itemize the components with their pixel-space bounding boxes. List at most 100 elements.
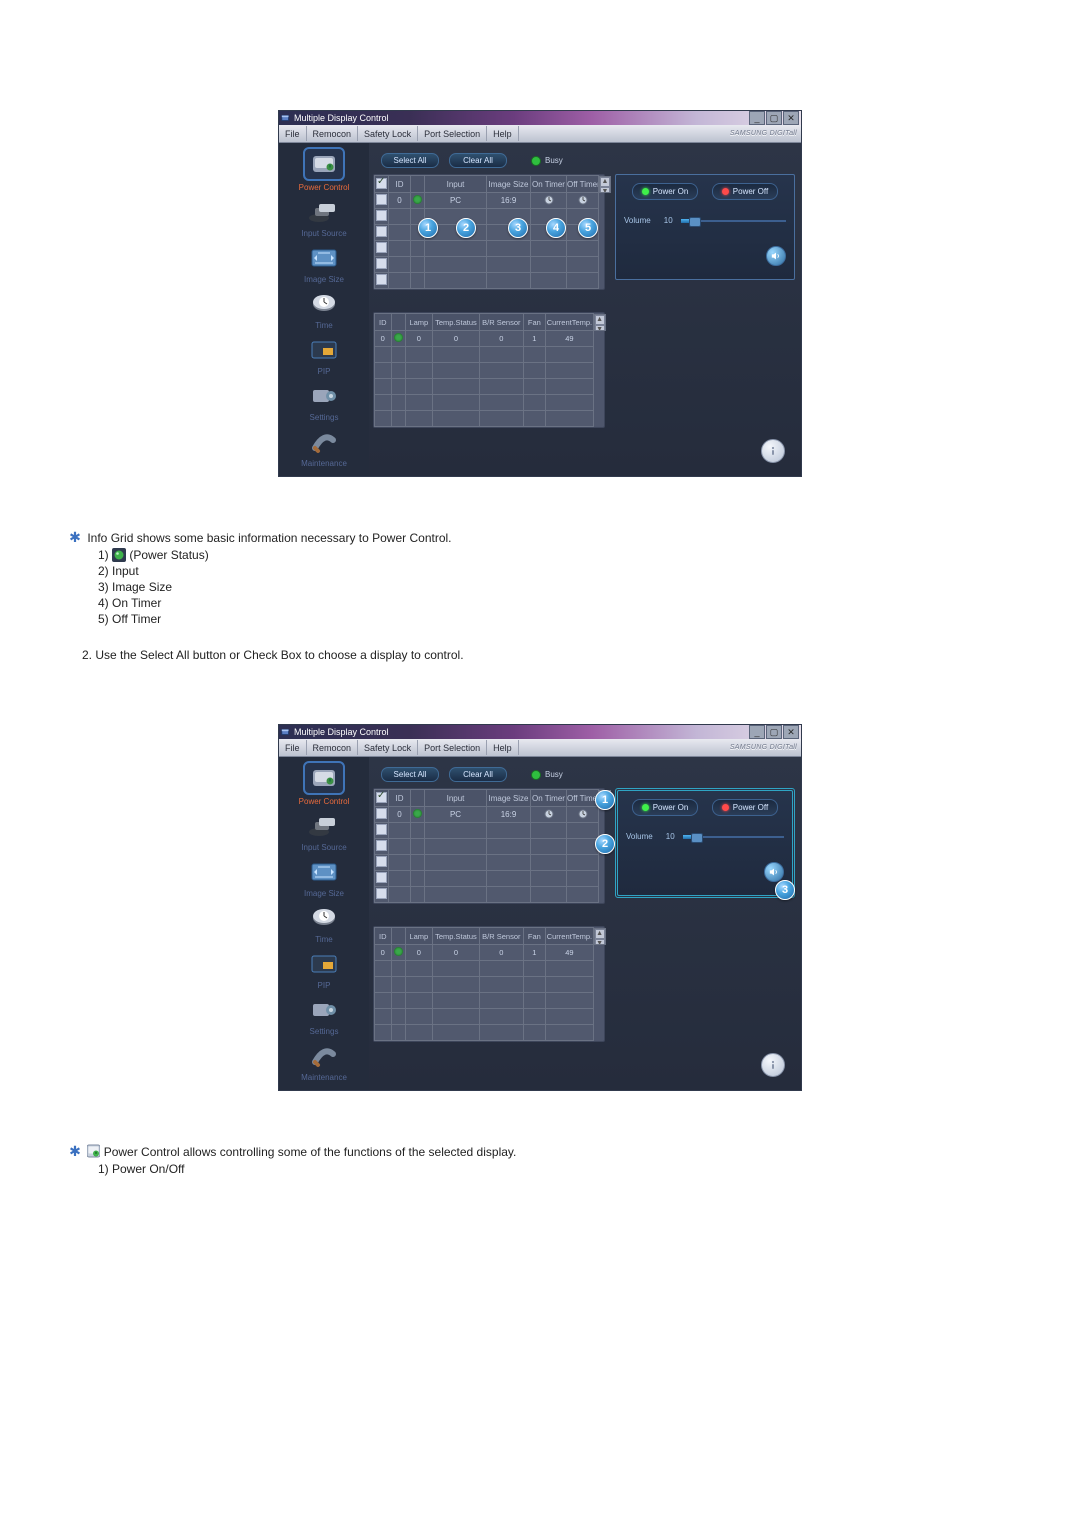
sidebar-item-label: Settings [284,413,364,422]
info-button[interactable] [761,1053,785,1077]
info-col-checkbox[interactable] [375,176,389,193]
maximize-button[interactable]: ▢ [766,725,782,739]
app-window: Multiple Display Control _ ▢ ✕ File Remo… [278,724,802,1091]
close-button[interactable]: ✕ [783,111,799,125]
menu-port-selection[interactable]: Port Selection [418,743,486,753]
table-row[interactable] [375,363,604,379]
image-size-icon [305,243,343,273]
power-status-icon [413,195,422,204]
clear-all-button[interactable]: Clear All [449,153,507,168]
callout-1: 1 [595,790,615,810]
info-col-checkbox[interactable] [375,790,389,807]
status-grid-scrollbar[interactable]: ▲▼ [594,928,606,945]
sidebar-item-image-size[interactable]: Image Size [284,243,364,284]
table-row[interactable]: 0 PC 16:9 [375,807,609,823]
power-on-button[interactable]: Power On [632,183,698,200]
app-icon [281,113,291,123]
select-all-button[interactable]: Select All [381,767,439,782]
menu-port-selection[interactable]: Port Selection [418,129,486,139]
menu-file[interactable]: File [279,129,306,139]
table-row[interactable]: 0 0 0 0 1 49 [375,331,604,347]
sidebar-item-input-source[interactable]: Input Source [284,811,364,852]
sidebar-item-maintenance[interactable]: Maintenance [284,1041,364,1082]
sidebar-item-time[interactable]: Time [284,903,364,944]
info-grid: ID Input Image Size On Timer Off Timer ▲… [373,174,605,290]
clear-all-button[interactable]: Clear All [449,767,507,782]
row-checkbox[interactable] [376,808,387,819]
pip-icon [305,949,343,979]
table-row[interactable] [375,411,604,427]
doc-block-1: ✱ Info Grid shows some basic information… [68,529,1040,662]
mute-button[interactable] [766,246,786,266]
power-off-button[interactable]: Power Off [712,799,778,816]
power-status-icon [394,333,403,342]
table-row[interactable] [375,993,604,1009]
info-button[interactable] [761,439,785,463]
table-row[interactable] [375,273,609,289]
table-row[interactable]: 0 0 0 0 1 49 [375,945,604,961]
close-button[interactable]: ✕ [783,725,799,739]
select-all-button[interactable]: Select All [381,153,439,168]
sidebar-item-settings[interactable]: Settings [284,381,364,422]
sidebar-item-maintenance[interactable]: Maintenance [284,427,364,468]
table-row[interactable] [375,855,609,871]
window-buttons: _ ▢ ✕ [748,725,799,739]
table-row[interactable] [375,347,604,363]
sidebar-item-settings[interactable]: Settings [284,995,364,1036]
menu-remocon[interactable]: Remocon [307,743,358,753]
power-off-button[interactable]: Power Off [712,183,778,200]
toolbar: Select All Clear All Busy [381,153,795,168]
status-grid-scrollbar[interactable]: ▲▼ [594,314,606,331]
status-grid: ID Lamp Temp.Status B/R Sensor Fan Curre… [373,312,605,428]
sidebar-item-power-control[interactable]: Power Control [284,761,364,806]
sidebar-item-label: Power Control [284,797,364,806]
table-row[interactable] [375,887,609,903]
menu-file[interactable]: File [279,743,306,753]
sidebar-item-time[interactable]: Time [284,289,364,330]
table-row[interactable] [375,1025,604,1041]
table-row[interactable] [375,395,604,411]
list-text: 4) On Timer [98,596,1040,610]
sidebar-item-input-source[interactable]: Input Source [284,197,364,238]
table-row[interactable] [375,823,609,839]
sidebar-item-power-control[interactable]: Power Control [284,147,364,192]
info-grid-scrollbar[interactable]: ▲▼ [599,176,611,193]
table-row[interactable] [375,961,604,977]
maximize-button[interactable]: ▢ [766,111,782,125]
menu-help[interactable]: Help [487,743,518,753]
menu-safety-lock[interactable]: Safety Lock [358,129,417,139]
menu-remocon[interactable]: Remocon [307,129,358,139]
menu-help[interactable]: Help [487,129,518,139]
minimize-button[interactable]: _ [749,725,765,739]
table-row[interactable] [375,209,609,225]
volume-slider[interactable] [683,836,784,838]
doc-step-2: 2. Use the Select All button or Check Bo… [82,648,1040,662]
maintenance-icon [305,1041,343,1071]
volume-row: Volume 10 [624,216,786,225]
menu-safety-lock[interactable]: Safety Lock [358,743,417,753]
list-number: 1) [98,548,109,562]
minimize-button[interactable]: _ [749,111,765,125]
volume-slider[interactable] [681,220,786,222]
sidebar-item-pip[interactable]: PIP [284,335,364,376]
window-title: Multiple Display Control [294,113,748,123]
main-footer [373,1042,795,1084]
table-row[interactable]: 0 PC 16:9 [375,193,609,209]
row-checkbox[interactable] [376,194,387,205]
status-col-temp-status: Temp.Status [432,314,479,331]
table-row[interactable] [375,225,609,241]
power-on-button[interactable]: Power On [632,799,698,816]
table-row[interactable] [375,241,609,257]
sidebar-item-pip[interactable]: PIP [284,949,364,990]
info-col-status [411,176,425,193]
table-row[interactable] [375,379,604,395]
table-row[interactable] [375,871,609,887]
table-row[interactable] [375,839,609,855]
sidebar-item-image-size[interactable]: Image Size [284,857,364,898]
table-row[interactable] [375,257,609,273]
menubar: File Remocon Safety Lock Port Selection … [279,739,801,757]
main-panel: Select All Clear All Busy [369,757,801,1090]
table-row[interactable] [375,1009,604,1025]
table-row[interactable] [375,977,604,993]
mute-button[interactable] [764,862,784,882]
